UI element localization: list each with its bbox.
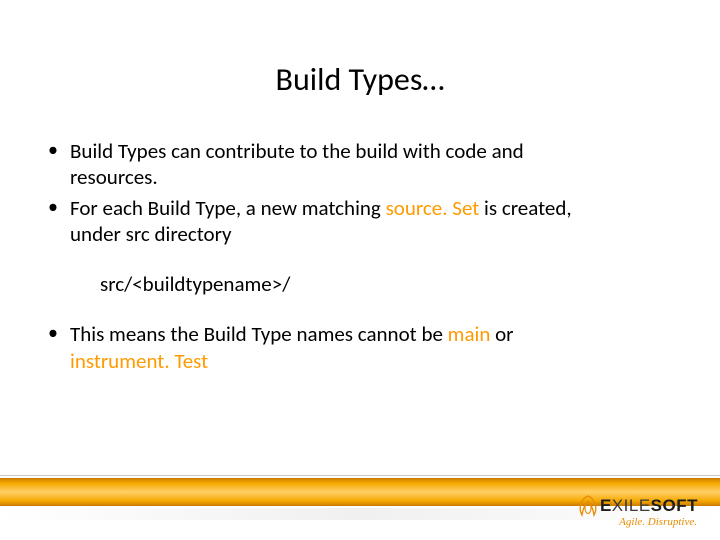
logo-name-part: E [600, 496, 612, 515]
code-example: src/<buildtypename>/ [100, 271, 680, 297]
slide: Build Types… Build Types can contribute … [0, 0, 720, 540]
logo: EXILESOFT Agile. Disruptive. [578, 495, 698, 528]
highlight-text: source. Set [386, 195, 480, 221]
highlight-text: main [448, 321, 491, 347]
bullet-text: resources. [70, 164, 158, 190]
logo-tagline: Agile. Disruptive. [578, 516, 697, 528]
logo-name: EXILESOFT [600, 496, 698, 516]
bullet-item: For each Build Type, a new matching sour… [40, 195, 680, 248]
bullet-text: This means the Build Type names cannot b… [70, 321, 448, 347]
bullet-text: is created, [479, 195, 571, 221]
bullet-text: under src directory [70, 221, 232, 247]
logo-name-part: XILE [612, 496, 651, 515]
highlight-text: instrument. Test [70, 348, 208, 374]
bullet-text: or [490, 321, 513, 347]
bullet-text: For each Build Type, a new matching [70, 195, 386, 221]
logo-mark-icon [578, 495, 598, 517]
bullet-text: Build Types can contribute to the build … [70, 138, 524, 164]
slide-title: Build Types… [0, 60, 720, 99]
bullet-item: Build Types can contribute to the build … [40, 138, 680, 191]
logo-brand: EXILESOFT [578, 495, 698, 517]
logo-name-part: SOFT [651, 496, 698, 515]
slide-content: Build Types can contribute to the build … [40, 138, 680, 378]
bullet-item: This means the Build Type names cannot b… [40, 321, 680, 374]
